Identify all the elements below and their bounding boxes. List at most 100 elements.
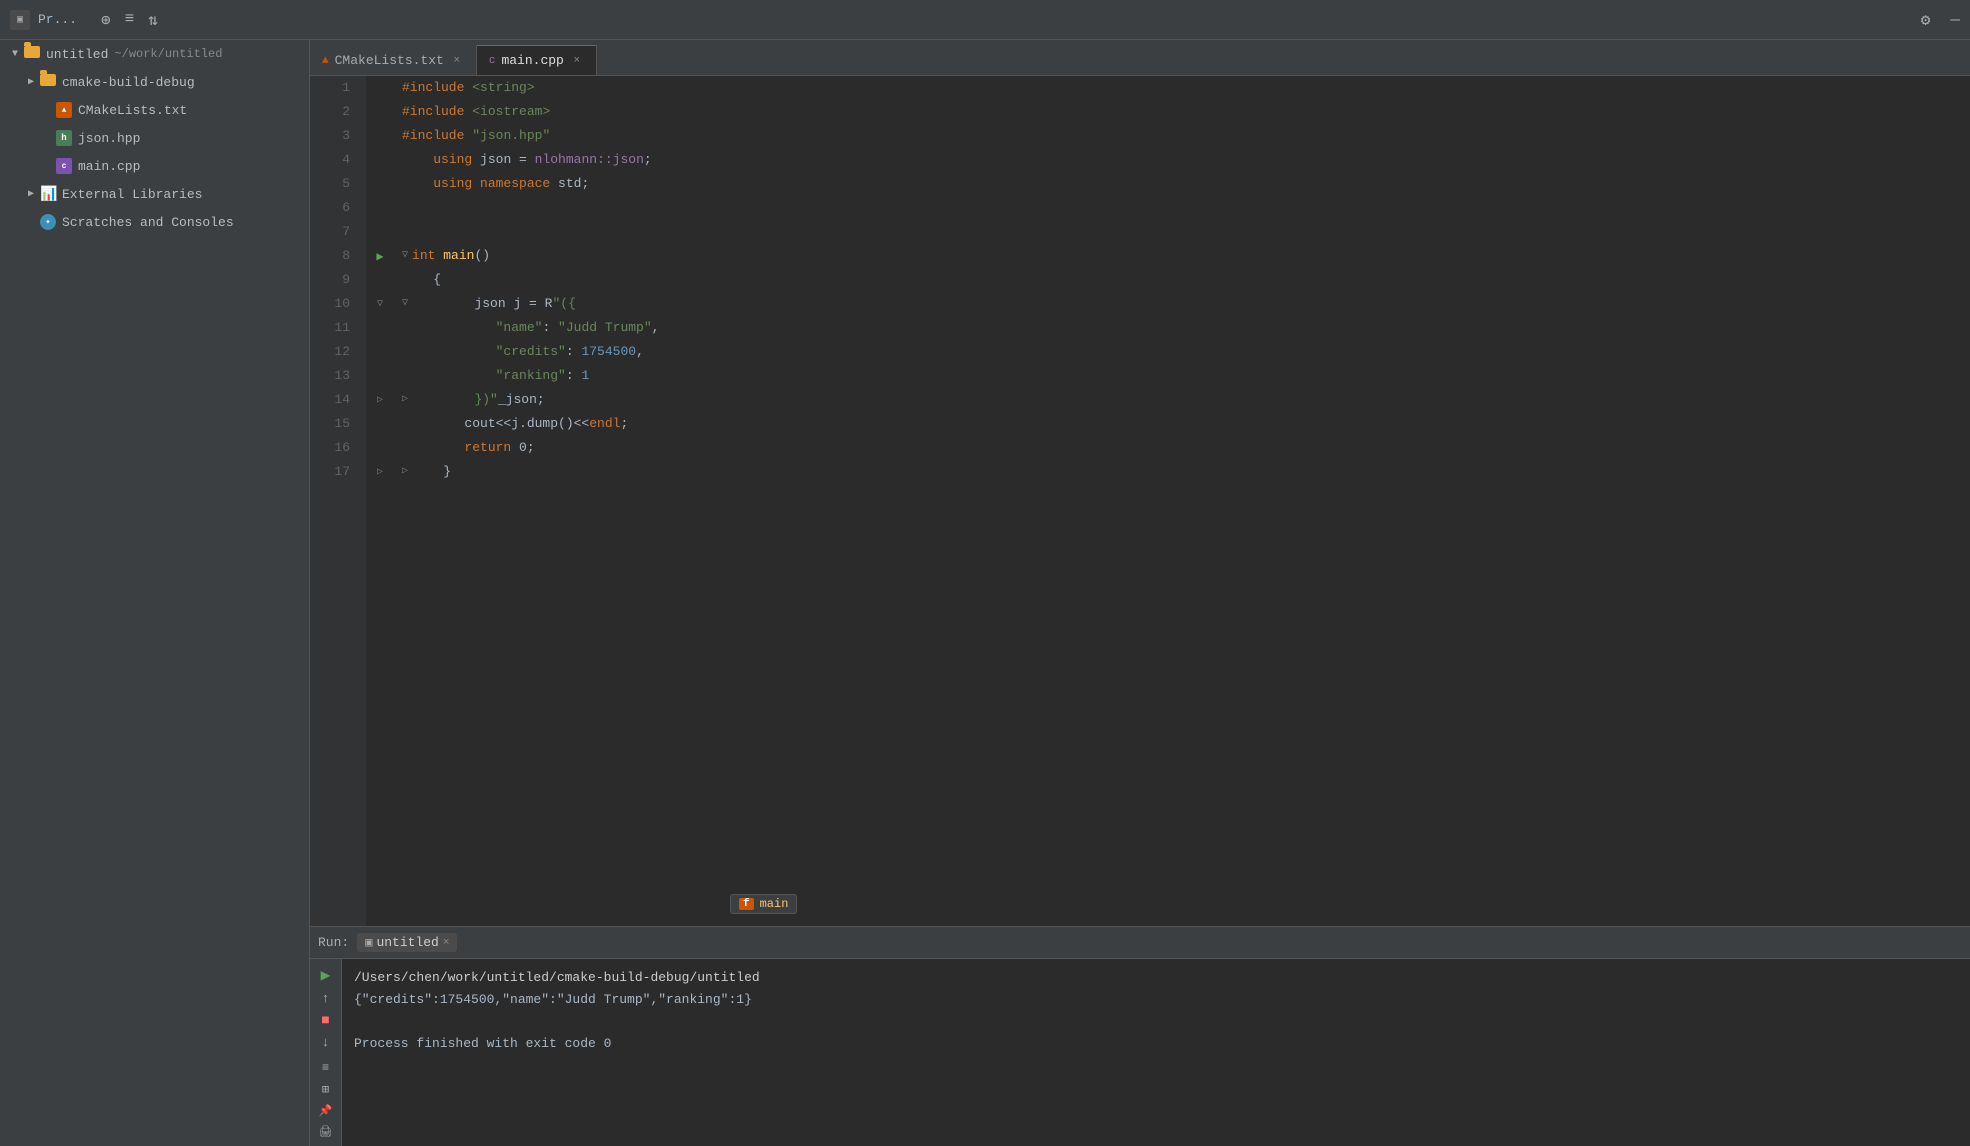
folder-icon — [24, 46, 40, 62]
run-stop-button[interactable]: ■ — [315, 1013, 337, 1029]
scratches-icon: ✦ — [40, 214, 56, 230]
code-line-3: #include "json.hpp" — [394, 124, 1970, 148]
bookmarks-icon[interactable]: ⇅ — [148, 10, 158, 30]
line-numbers: 1 2 3 4 5 6 7 8 9 10 11 12 13 14 15 16 1 — [310, 76, 366, 926]
code-line-16: return 0; — [394, 436, 1970, 460]
function-hint: f main — [730, 894, 797, 914]
sidebar: ▼ untitled ~/work/untitled ▶ cmake-build… — [0, 40, 310, 1146]
gutter-7 — [366, 220, 394, 244]
sidebar-item-external-libraries[interactable]: ▶ 📊 External Libraries — [0, 180, 309, 208]
gutter-2 — [366, 100, 394, 124]
gutter-5 — [366, 172, 394, 196]
title-bar: ▣ Pr... ⊕ ≡ ⇅ ⚙ — — [0, 0, 1970, 40]
gutter-15 — [366, 412, 394, 436]
fold-icon-17[interactable]: ▷ — [377, 466, 383, 478]
code-editor: 1 2 3 4 5 6 7 8 9 10 11 12 13 14 15 16 1 — [310, 76, 1970, 926]
gutter-17: ▷ — [366, 460, 394, 484]
editor-area: ▲ CMakeLists.txt × c main.cpp × 1 2 3 4 — [310, 40, 1970, 1146]
run-tabs1-button[interactable]: ≡ — [315, 1060, 337, 1076]
code-line-6 — [394, 196, 1970, 220]
run-tab-label: untitled — [376, 935, 438, 950]
minimize-icon[interactable]: — — [1950, 11, 1960, 29]
run-output-line-3 — [354, 1011, 1958, 1033]
navigate-icon[interactable]: ⊕ — [101, 10, 111, 30]
line-num-3: 3 — [310, 124, 358, 148]
run-label: Run: — [318, 935, 349, 950]
cmake-tab-icon: ▲ — [322, 55, 329, 67]
run-output-line-4: Process finished with exit code 0 — [354, 1033, 1958, 1055]
code-line-9: { — [394, 268, 1970, 292]
main-layout: ▼ untitled ~/work/untitled ▶ cmake-build… — [0, 40, 1970, 1146]
line-num-6: 6 — [310, 196, 358, 220]
fold-icon-14[interactable]: ▷ — [377, 394, 383, 406]
run-down-button[interactable]: ↓ — [315, 1035, 337, 1051]
code-line-15: cout<<j.dump()<<endl; — [394, 412, 1970, 436]
line-num-14: 14 — [310, 388, 358, 412]
line-num-7: 7 — [310, 220, 358, 244]
tab-main-cpp[interactable]: c main.cpp × — [477, 45, 597, 75]
run-tab-close-icon[interactable]: × — [443, 937, 450, 949]
run-pin-button[interactable]: 📌 — [315, 1103, 337, 1119]
tab-cmakelists[interactable]: ▲ CMakeLists.txt × — [310, 45, 477, 75]
code-line-7 — [394, 220, 1970, 244]
sidebar-item-label: untitled — [46, 47, 108, 62]
cpp-file-icon: c — [56, 158, 72, 174]
tab-bar: ▲ CMakeLists.txt × c main.cpp × — [310, 40, 1970, 76]
tab-close-icon[interactable]: × — [450, 54, 464, 68]
gutter-11 — [366, 316, 394, 340]
sidebar-item-scratches[interactable]: ▶ ✦ Scratches and Consoles — [0, 208, 309, 236]
code-line-17: ▷ } — [394, 460, 1970, 484]
code-line-11: "name": "Judd Trump", — [394, 316, 1970, 340]
run-output-line-1: /Users/chen/work/untitled/cmake-build-de… — [354, 967, 1958, 989]
gutter-1 — [366, 76, 394, 100]
fold-icon-10[interactable]: ▽ — [377, 298, 383, 310]
code-line-13: "ranking": 1 — [394, 364, 1970, 388]
gutter-6 — [366, 196, 394, 220]
sidebar-item-untitled[interactable]: ▼ untitled ~/work/untitled — [0, 40, 309, 68]
run-tabs2-button[interactable]: ⊞ — [315, 1082, 337, 1098]
run-print-button[interactable]: 🖨 — [315, 1125, 337, 1141]
run-gutter-icon[interactable]: ▶ — [376, 249, 383, 264]
external-libs-icon: 📊 — [40, 186, 56, 202]
sidebar-item-label: Scratches and Consoles — [62, 215, 234, 230]
line-num-13: 13 — [310, 364, 358, 388]
gutter-3 — [366, 124, 394, 148]
sidebar-item-json-hpp[interactable]: ▶ h json.hpp — [0, 124, 309, 152]
run-toolbar: ▶ ↑ ■ ↓ ≡ ⊞ 📌 🖨 — [310, 959, 342, 1146]
line-num-11: 11 — [310, 316, 358, 340]
expand-arrow-icon: ▶ — [24, 75, 38, 89]
cpp-tab-icon: c — [489, 55, 496, 67]
line-num-1: 1 — [310, 76, 358, 100]
sidebar-item-cmakelists[interactable]: ▶ ▲ CMakeLists.txt — [0, 96, 309, 124]
code-content[interactable]: #include <string> #include <iostream> #i… — [394, 76, 1970, 926]
code-line-12: "credits": 1754500, — [394, 340, 1970, 364]
fn-hint-badge: f — [739, 898, 754, 910]
h-file-icon: h — [56, 130, 72, 146]
line-num-12: 12 — [310, 340, 358, 364]
settings-icon[interactable]: ⚙ — [1921, 10, 1931, 30]
gutter-10: ▽ — [366, 292, 394, 316]
run-content: ▶ ↑ ■ ↓ ≡ ⊞ 📌 🖨 /Users/chen/work/untitle… — [310, 959, 1970, 1146]
tab-close-icon[interactable]: × — [570, 54, 584, 68]
tab-label: main.cpp — [501, 53, 563, 68]
app-icon: ▣ — [10, 10, 30, 30]
line-num-15: 15 — [310, 412, 358, 436]
run-output-line-2: {"credits":1754500,"name":"Judd Trump","… — [354, 989, 1958, 1011]
gutter-14: ▷ — [366, 388, 394, 412]
gutter-9 — [366, 268, 394, 292]
line-num-5: 5 — [310, 172, 358, 196]
sidebar-item-main-cpp[interactable]: ▶ c main.cpp — [0, 152, 309, 180]
title-bar-actions: ⊕ ≡ ⇅ — [101, 10, 158, 30]
run-tab-untitled[interactable]: ▣ untitled × — [357, 933, 457, 952]
code-line-5: using namespace std; — [394, 172, 1970, 196]
structure-icon[interactable]: ≡ — [125, 10, 135, 30]
run-up-button[interactable]: ↑ — [315, 991, 337, 1007]
run-play-button[interactable]: ▶ — [315, 965, 337, 985]
title-bar-title: Pr... — [38, 12, 77, 27]
run-output: /Users/chen/work/untitled/cmake-build-de… — [342, 959, 1970, 1146]
sidebar-item-cmake-build-debug[interactable]: ▶ cmake-build-debug — [0, 68, 309, 96]
gutter-8: ▶ — [366, 244, 394, 268]
gutter-13 — [366, 364, 394, 388]
sidebar-item-label: CMakeLists.txt — [78, 103, 187, 118]
sidebar-item-sublabel: ~/work/untitled — [114, 47, 222, 61]
